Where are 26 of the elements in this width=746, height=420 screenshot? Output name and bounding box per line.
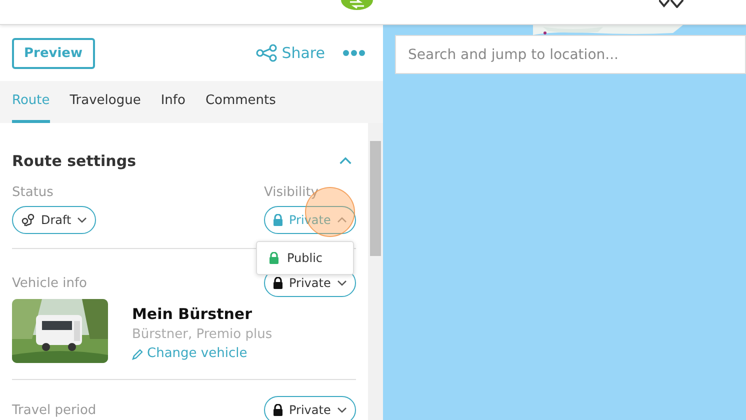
lock-icon [273,404,283,416]
chevron-down-icon [336,280,347,286]
visibility-dropdown[interactable]: Private [264,396,356,420]
field-label: Travel period [12,402,96,418]
chevron-down-icon [336,407,347,413]
section-title: Route settings [12,152,136,170]
field-label: Status [12,185,54,200]
chevron-down-icon [77,217,88,223]
lock-icon [269,252,279,264]
lock-icon [273,277,283,289]
share-icon [256,44,278,62]
tab[interactable]: Info [160,81,186,123]
vehicle-name: Mein Bürstner [132,305,253,323]
tab[interactable]: Travelogue [70,81,141,123]
search-field[interactable]: Search and jump to location... [395,35,746,74]
menu-item[interactable]: Public [257,246,353,270]
lock-icon [273,214,283,226]
chevron-up-icon [336,217,347,223]
route-icon [21,213,35,227]
pencil-icon [132,348,144,360]
vehicle-model: Bürstner, Premio plus [132,327,272,342]
tab[interactable]: Comments [205,81,276,123]
field-label: Vehicle info [12,276,88,290]
status-dropdown[interactable]: Draft [12,206,96,234]
chevron-up-icon [339,157,352,165]
scrollbar[interactable] [368,123,383,420]
